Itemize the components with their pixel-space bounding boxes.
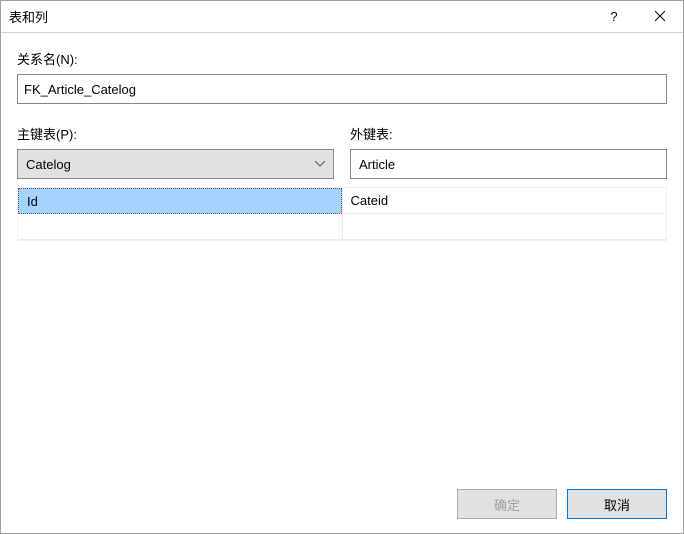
relation-name-input[interactable] [17, 74, 667, 104]
help-button[interactable]: ? [591, 1, 637, 33]
dialog-content: 关系名(N): 主键表(P): Catelog 外键表: Article [1, 33, 683, 475]
primary-table-col: 主键表(P): Catelog [17, 124, 334, 179]
close-button[interactable] [637, 1, 683, 33]
cancel-button[interactable]: 取消 [567, 489, 667, 519]
foreign-table-box: Article [350, 149, 667, 179]
grid-cell[interactable]: Cateid [343, 188, 667, 214]
primary-table-label: 主键表(P): [17, 124, 334, 143]
primary-col-value: Id [27, 194, 38, 209]
close-icon [655, 9, 665, 24]
grid-cell-selected[interactable]: Id [18, 188, 342, 214]
help-icon: ? [610, 9, 617, 24]
foreign-col-value: Cateid [351, 193, 389, 208]
primary-table-value: Catelog [26, 157, 315, 172]
grid-cell-empty[interactable] [343, 214, 667, 240]
dialog-window: 表和列 ? 关系名(N): 主键表(P): Catelog [0, 0, 684, 534]
foreign-table-col: 外键表: Article [350, 124, 667, 179]
foreign-table-value: Article [359, 157, 395, 172]
primary-table-dropdown[interactable]: Catelog [17, 149, 334, 179]
primary-columns: Id [18, 188, 342, 240]
foreign-columns: Cateid [342, 188, 667, 240]
ok-button[interactable]: 确定 [457, 489, 557, 519]
dialog-footer: 确定 取消 [1, 475, 683, 533]
grid-cell-empty[interactable] [18, 214, 342, 240]
chevron-down-icon [315, 159, 325, 170]
columns-grid: Id Cateid [17, 187, 667, 241]
window-title: 表和列 [9, 7, 591, 26]
titlebar: 表和列 ? [1, 1, 683, 33]
relation-name-label: 关系名(N): [17, 49, 667, 68]
foreign-table-label: 外键表: [350, 124, 667, 143]
tables-row: 主键表(P): Catelog 外键表: Article [17, 124, 667, 179]
